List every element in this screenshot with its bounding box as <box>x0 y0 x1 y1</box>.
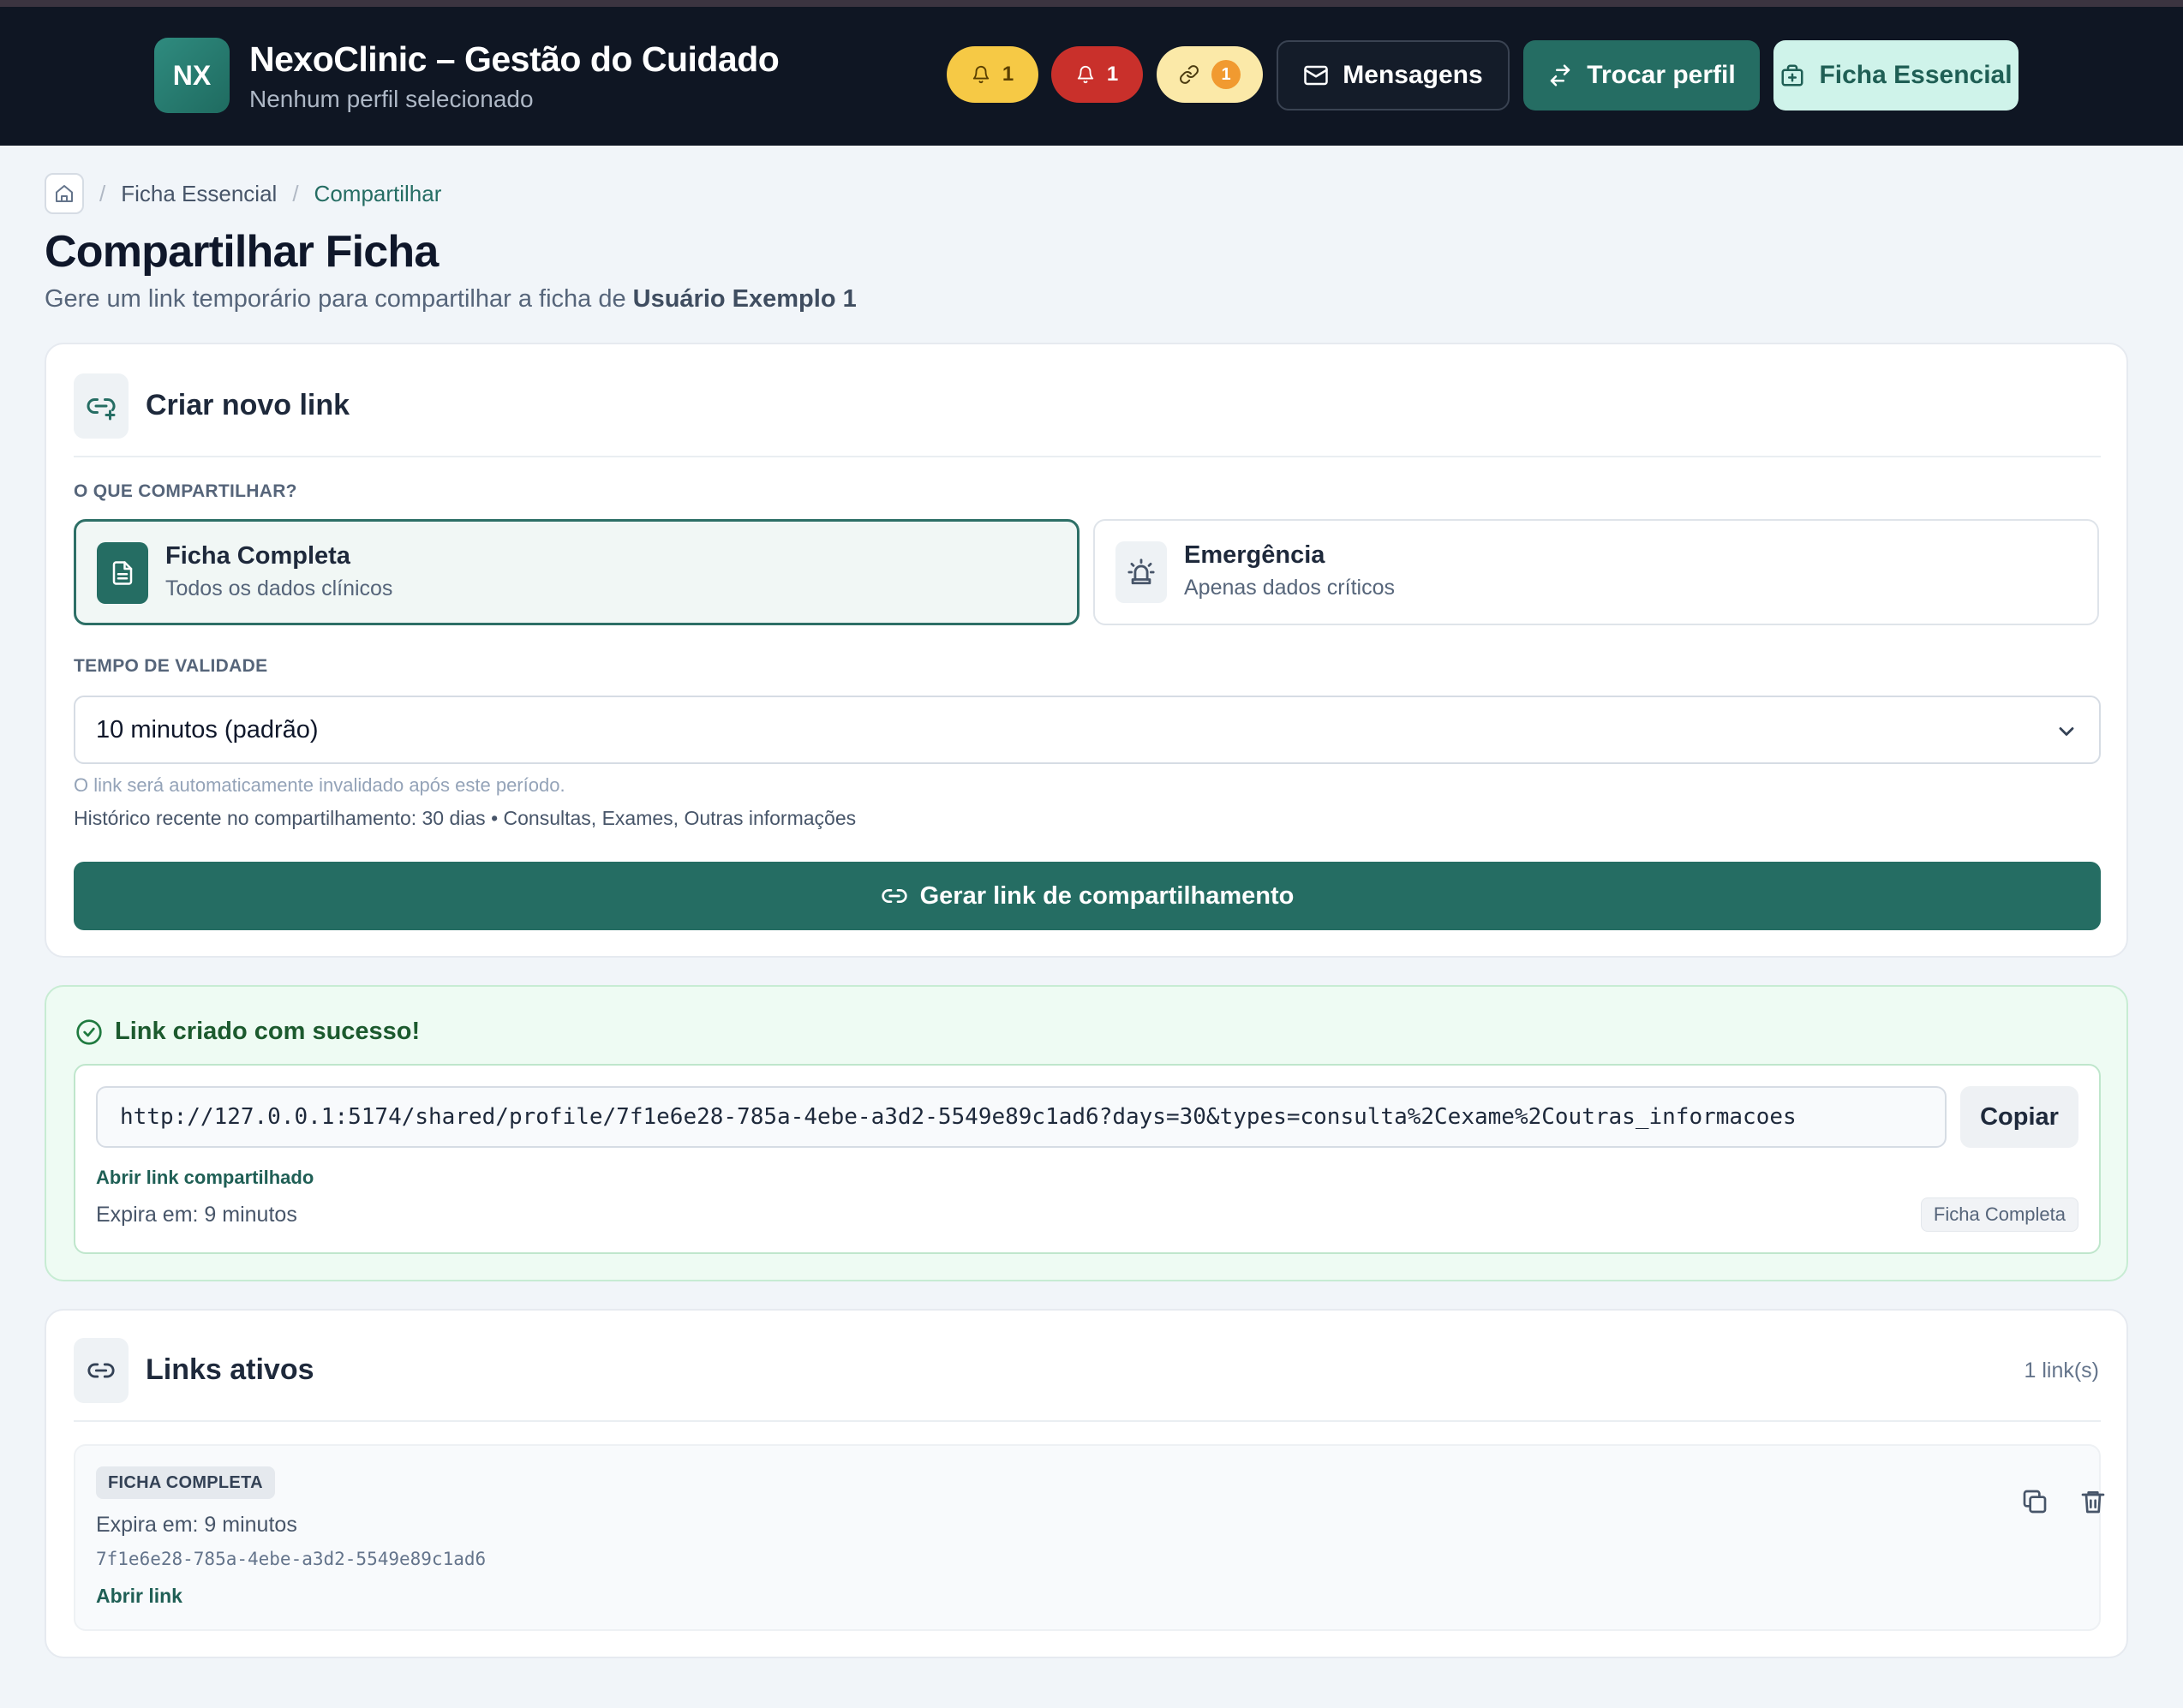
essential-record-label: Ficha Essencial <box>1819 61 2013 89</box>
validity-select[interactable]: 10 minutos (padrão) <box>74 696 2101 764</box>
active-link-item: FICHA COMPLETA Expira em: 9 minutos 7f1e… <box>74 1444 2105 1631</box>
check-circle-icon <box>75 1018 103 1046</box>
essential-record-button[interactable]: Ficha Essencial <box>1773 40 2019 110</box>
breadcrumb-separator: / <box>99 180 106 206</box>
link-icon <box>881 882 908 910</box>
bell-icon <box>1076 64 1095 85</box>
expires-text: Expira em: 9 minutos <box>96 1203 297 1227</box>
generate-link-label: Gerar link de compartilhamento <box>919 881 1295 910</box>
link-type-badge: FICHA COMPLETA <box>96 1466 275 1499</box>
page-subtitle: Gere um link temporário para compartilha… <box>45 285 857 314</box>
generate-link-button[interactable]: Gerar link de compartilhamento <box>74 862 2101 930</box>
profile-status: Nenhum perfil selecionado <box>249 86 534 112</box>
top-navbar: NX NexoClinic – Gestão do Cuidado Nenhum… <box>0 7 2183 146</box>
app-title: NexoClinic – Gestão do Cuidado <box>249 39 780 79</box>
validity-label: TEMPO DE VALIDADE <box>74 656 268 676</box>
user-name: Usuário Exemplo 1 <box>632 285 857 313</box>
link-icon <box>1179 64 1199 85</box>
share-url-field[interactable]: http://127.0.0.1:5174/shared/profile/7f1… <box>96 1086 1947 1148</box>
swap-arrows-icon <box>1547 63 1573 88</box>
link-token-id: 7f1e6e28-785a-4ebe-a3d2-5549e89c1ad6 <box>96 1549 487 1569</box>
active-links-title: Links ativos <box>146 1353 314 1386</box>
success-header: Link criado com sucesso! <box>75 1018 420 1046</box>
document-icon <box>97 542 148 604</box>
create-link-title: Criar novo link <box>146 389 350 421</box>
window-top-strip <box>0 0 2183 7</box>
breadcrumb: / Ficha Essencial / Compartilhar <box>45 173 441 214</box>
delete-link-button[interactable] <box>2073 1482 2113 1521</box>
badge-count: 1 <box>1106 63 1119 86</box>
history-info: Histórico recente no compartilhamento: 3… <box>74 807 857 829</box>
chevron-down-icon <box>2054 720 2078 744</box>
home-button[interactable] <box>45 173 84 214</box>
app-logo[interactable]: NX <box>154 38 230 113</box>
option-emergencia[interactable]: Emergência Apenas dados críticos <box>1093 519 2099 625</box>
switch-profile-button[interactable]: Trocar perfil <box>1523 40 1760 110</box>
validity-value: 10 minutos (padrão) <box>96 715 319 744</box>
badge-count: 1 <box>1211 60 1241 89</box>
what-to-share-label: O QUE COMPARTILHAR? <box>74 481 297 501</box>
mail-icon <box>1303 63 1329 88</box>
option-title: Emergência <box>1184 541 1325 569</box>
subtitle-text: Gere um link temporário para compartilha… <box>45 285 633 313</box>
open-link[interactable]: Abrir link <box>96 1585 182 1608</box>
copy-link-button[interactable] <box>2015 1482 2054 1521</box>
home-icon <box>54 183 75 204</box>
medical-kit-icon <box>1779 63 1805 88</box>
success-title: Link criado com sucesso! <box>115 1018 421 1045</box>
switch-profile-label: Trocar perfil <box>1587 61 1736 89</box>
option-description: Todos os dados clínicos <box>165 576 393 600</box>
page-title: Compartilhar Ficha <box>45 227 439 277</box>
messages-button[interactable]: Mensagens <box>1277 40 1510 110</box>
bell-icon <box>972 64 990 85</box>
create-link-card: Criar novo link O QUE COMPARTILHAR? Fich… <box>45 343 2128 958</box>
breadcrumb-separator: / <box>292 180 299 206</box>
messages-label: Mensagens <box>1343 61 1483 89</box>
share-link-box: http://127.0.0.1:5174/shared/profile/7f1… <box>74 1064 2101 1254</box>
active-links-card: Links ativos 1 link(s) FICHA COMPLETA Ex… <box>45 1309 2128 1658</box>
siren-icon <box>1115 541 1167 603</box>
card-divider <box>74 456 2101 457</box>
trash-icon <box>2079 1488 2107 1515</box>
active-links-count: 1 link(s) <box>2024 1359 2099 1383</box>
notification-badge-yellow[interactable]: 1 <box>947 46 1038 103</box>
validity-hint: O link será automaticamente invalidado a… <box>74 774 565 796</box>
option-title: Ficha Completa <box>165 542 350 570</box>
copy-button[interactable]: Copiar <box>1960 1086 2078 1148</box>
breadcrumb-item-compartilhar: Compartilhar <box>314 180 442 206</box>
breadcrumb-item-ficha-essencial[interactable]: Ficha Essencial <box>121 181 277 207</box>
link-badge[interactable]: 1 <box>1157 46 1263 103</box>
type-badge: Ficha Completa <box>1920 1197 2078 1232</box>
option-description: Apenas dados críticos <box>1184 576 1395 600</box>
option-ficha-completa[interactable]: Ficha Completa Todos os dados clínicos <box>74 519 1080 625</box>
copy-icon <box>2021 1488 2048 1515</box>
link-icon <box>74 1338 129 1403</box>
notification-badge-red[interactable]: 1 <box>1051 46 1143 103</box>
link-plus-icon <box>74 373 129 439</box>
link-success-card: Link criado com sucesso! http://127.0.0.… <box>45 985 2128 1281</box>
open-shared-link[interactable]: Abrir link compartilhado <box>96 1167 314 1189</box>
badge-count: 1 <box>1002 63 1014 86</box>
card-divider <box>74 1420 2101 1422</box>
link-expires-text: Expira em: 9 minutos <box>96 1513 297 1537</box>
